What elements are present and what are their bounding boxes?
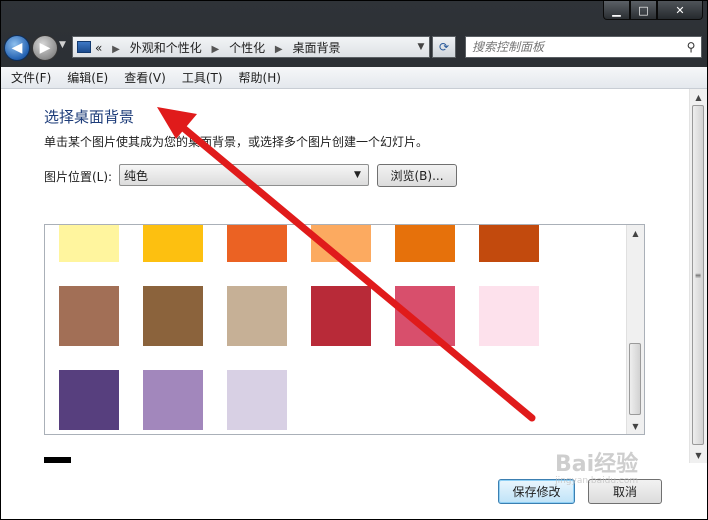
address-bar[interactable]: « ▶ 外观和个性化 ▶ 个性化 ▶ 桌面背景 ▼ <box>72 36 430 58</box>
color-swatch[interactable] <box>479 286 539 346</box>
scroll-down-icon[interactable]: ▼ <box>627 418 644 434</box>
picture-location-value: 纯色 <box>124 168 149 183</box>
color-swatch[interactable] <box>143 370 203 430</box>
color-swatch[interactable] <box>311 286 371 346</box>
breadcrumb-overflow[interactable]: « <box>95 41 102 55</box>
chevron-right-icon: ▶ <box>112 43 120 55</box>
menu-bar: 文件(F) 编辑(E) 查看(V) 工具(T) 帮助(H) <box>1 67 707 89</box>
breadcrumb-personalization[interactable]: 个性化 <box>229 41 265 55</box>
browse-button[interactable]: 浏览(B)... <box>377 164 457 187</box>
search-input[interactable] <box>466 39 681 55</box>
color-swatch[interactable] <box>143 286 203 346</box>
back-arrow-icon: ◀ <box>11 40 23 56</box>
color-swatch[interactable] <box>395 286 455 346</box>
content-scroll-thumb[interactable]: ≡ <box>692 105 704 445</box>
color-swatch[interactable] <box>59 286 119 346</box>
color-swatch[interactable] <box>227 286 287 346</box>
page-description: 单击某个图片使其成为您的桌面背景，或选择多个图片创建一个幻灯片。 <box>44 135 429 149</box>
menu-view[interactable]: 查看(V) <box>114 69 172 86</box>
close-button[interactable]: ✕ <box>657 1 703 20</box>
menu-tools[interactable]: 工具(T) <box>172 69 229 86</box>
scroll-down-icon[interactable]: ▼ <box>690 447 707 463</box>
breadcrumb-desktop-background[interactable]: 桌面背景 <box>292 41 340 55</box>
color-swatch[interactable] <box>311 225 371 262</box>
search-icon[interactable]: ⚲ <box>681 40 701 54</box>
color-swatch[interactable] <box>227 225 287 262</box>
scroll-up-icon[interactable]: ▲ <box>627 225 644 241</box>
control-panel-icon <box>77 41 91 53</box>
menu-file[interactable]: 文件(F) <box>1 69 57 86</box>
chevron-right-icon: ▶ <box>274 43 283 55</box>
color-swatch[interactable] <box>227 370 287 430</box>
address-dropdown-icon[interactable]: ▼ <box>413 42 429 52</box>
color-swatch[interactable] <box>143 225 203 262</box>
search-box[interactable]: ⚲ <box>465 36 702 58</box>
minimize-button[interactable]: ▁ <box>603 1 630 20</box>
menu-edit[interactable]: 编辑(E) <box>57 69 114 86</box>
picture-location-label: 图片位置(L): <box>44 170 113 184</box>
color-swatch[interactable] <box>59 225 119 262</box>
menu-help[interactable]: 帮助(H) <box>229 69 287 86</box>
scroll-up-icon[interactable]: ▲ <box>690 89 707 105</box>
forward-arrow-icon: ▶ <box>39 40 51 56</box>
gallery-scrollbar[interactable]: ▲ ▼ <box>626 225 644 434</box>
recent-pages-dropdown[interactable]: ▼ <box>59 40 66 50</box>
watermark-text: Bai经验 <box>555 452 639 477</box>
color-swatch[interactable] <box>395 225 455 262</box>
forward-button[interactable]: ▶ <box>32 35 58 61</box>
back-button[interactable]: ◀ <box>4 35 30 61</box>
picture-location-select[interactable]: 纯色 ▼ <box>119 164 369 186</box>
navigation-bar: ◀ ▶ ▼ « ▶ 外观和个性化 ▶ 个性化 ▶ 桌面背景 ▼ ⟳ ⚲ <box>0 30 708 66</box>
baidu-watermark: Bai经验 jingyan.baidu.com <box>555 446 638 486</box>
maximize-button[interactable]: □ <box>630 1 657 20</box>
background-gallery: ▲ ▼ <box>44 224 645 435</box>
refresh-button[interactable]: ⟳ <box>432 36 456 58</box>
grip-icon: ≡ <box>694 270 702 280</box>
breadcrumb: « ▶ 外观和个性化 ▶ 个性化 ▶ 桌面背景 <box>95 39 413 56</box>
watermark-url: jingyan.baidu.com <box>555 476 639 486</box>
page-title: 选择桌面背景 <box>44 108 135 126</box>
color-swatch[interactable] <box>59 370 119 430</box>
breadcrumb-appearance[interactable]: 外观和个性化 <box>130 41 202 55</box>
caption-buttons: ▁ □ ✕ <box>603 1 703 21</box>
chevron-right-icon: ▶ <box>211 43 220 55</box>
chevron-down-icon: ▼ <box>354 170 361 180</box>
refresh-icon: ⟳ <box>438 40 450 54</box>
gallery-scroll-thumb[interactable] <box>629 343 641 415</box>
content-scrollbar[interactable]: ▲ ≡ ▼ <box>689 89 707 463</box>
color-swatch[interactable] <box>479 225 539 262</box>
